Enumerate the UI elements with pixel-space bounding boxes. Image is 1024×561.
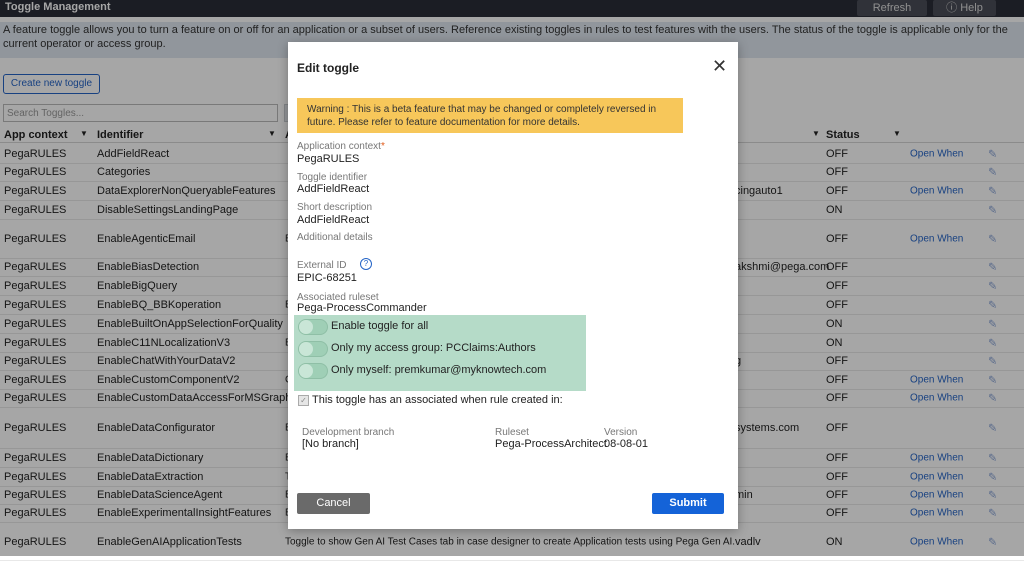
version-value: 08-08-01 — [604, 438, 649, 450]
when-rule-label: This toggle has an associated when rule … — [312, 394, 563, 406]
ruleset-column-label: Ruleset — [495, 427, 529, 438]
app-context-value: PegaRULES — [297, 153, 360, 165]
dialog-title: Edit toggle — [297, 61, 359, 75]
toggle-identifier-label: Toggle identifier — [297, 172, 368, 183]
dev-branch-label: Development branch — [302, 427, 395, 438]
cancel-button[interactable]: Cancel — [297, 493, 370, 514]
short-description-value: AddFieldReact — [297, 214, 370, 226]
toggle-label: Only my access group: PCClaims:Authors — [331, 342, 536, 354]
beta-warning: Warning : This is a beta feature that ma… — [297, 98, 683, 133]
toggle-label: Enable toggle for all — [331, 320, 429, 332]
ruleset-column-value: Pega-ProcessArchitect — [495, 438, 607, 450]
toggle-label: Only myself: premkumar@myknowtech.com — [331, 364, 547, 376]
submit-button[interactable]: Submit — [652, 493, 724, 514]
external-id-label: External ID — [297, 260, 347, 271]
edit-toggle-dialog: Edit toggle ✕ Warning : This is a beta f… — [288, 42, 738, 529]
additional-details-label: Additional details — [297, 232, 373, 243]
dev-branch-value: [No branch] — [302, 438, 359, 450]
toggle-options-group: Enable toggle for all Only my access gro… — [294, 315, 586, 391]
close-icon[interactable]: ✕ — [712, 57, 727, 75]
version-label: Version — [604, 427, 638, 438]
app-context-label: Application context* — [297, 141, 385, 152]
associated-ruleset-value: Pega-ProcessCommander — [297, 302, 427, 314]
toggle-switch[interactable] — [298, 341, 328, 357]
external-id-value: EPIC-68251 — [297, 272, 357, 284]
short-description-label: Short description — [297, 202, 373, 213]
required-marker: * — [380, 141, 385, 152]
question-circle-icon[interactable]: ? — [360, 258, 372, 270]
toggle-switch[interactable] — [298, 363, 328, 379]
when-rule-checkbox[interactable]: ✓ — [298, 395, 309, 406]
toggle-identifier-value: AddFieldReact — [297, 183, 370, 195]
toggle-switch[interactable] — [298, 319, 328, 335]
